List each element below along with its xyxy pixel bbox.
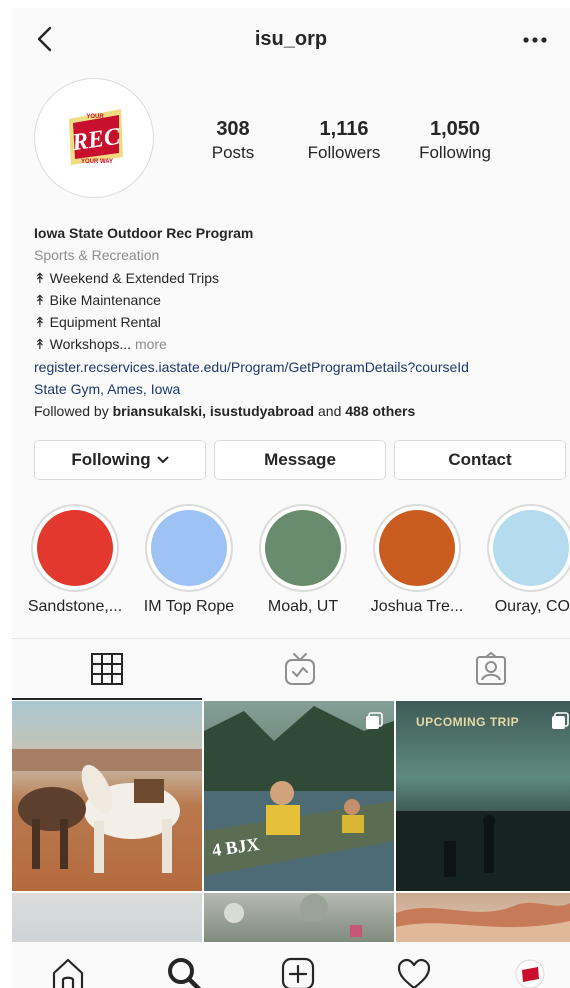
highlight-moab[interactable] <box>259 504 347 592</box>
highlight-label: Joshua Tre... <box>370 598 464 615</box>
tabs-divider <box>12 638 570 639</box>
highlight-label: Moab, UT <box>267 598 339 615</box>
post-tile-canyon[interactable] <box>396 893 570 943</box>
followed-by[interactable]: Followed by briansukalski, isustudyabroa… <box>34 400 559 422</box>
following-button[interactable]: Following <box>34 440 206 480</box>
active-tab-indicator <box>12 698 202 700</box>
highlight-im-top-rope[interactable] <box>145 504 233 592</box>
tagged-icon[interactable] <box>474 652 508 686</box>
contact-button-label: Contact <box>448 450 512 469</box>
post-caption-overlay: UPCOMING TRIP <box>416 715 520 729</box>
bio-website-link[interactable]: register.recservices.iastate.edu/Program… <box>34 356 559 378</box>
igtv-icon[interactable] <box>283 652 317 686</box>
post-tile-snow[interactable] <box>12 893 202 943</box>
bio-more-link[interactable]: more <box>131 336 167 352</box>
highlight-ouray[interactable] <box>487 504 570 592</box>
search-icon[interactable] <box>166 956 202 988</box>
bottom-navigation <box>12 942 570 988</box>
multiple-photos-icon <box>366 712 383 729</box>
top-bar: isu_orp <box>12 8 570 72</box>
following-label: Following <box>419 143 491 162</box>
highlight-cover <box>379 510 455 586</box>
profile-username: isu_orp <box>254 28 328 50</box>
highlight-sandstone[interactable] <box>31 504 119 592</box>
posts-count[interactable]: 308 Posts <box>173 118 293 163</box>
home-icon[interactable] <box>50 956 86 988</box>
bio-location-link[interactable]: State Gym, Ames, Iowa <box>34 378 559 400</box>
followers-number: 1,116 <box>319 118 369 140</box>
post-image <box>396 902 570 943</box>
bio-line: ↟ Workshops... <box>34 336 132 353</box>
message-button[interactable]: Message <box>214 440 386 480</box>
more-options-icon[interactable] <box>522 36 548 44</box>
post-tile-mules[interactable] <box>12 701 202 891</box>
bio-line: ↟ Weekend & Extended Trips <box>34 269 220 286</box>
post-image <box>396 811 570 891</box>
svg-text:YOUR WAY: YOUR WAY <box>81 159 113 165</box>
highlight-joshua-tree[interactable] <box>373 504 461 592</box>
avatar[interactable]: YOUR REC YOUR WAY <box>34 78 154 198</box>
highlight-label: Ouray, CO <box>494 598 570 615</box>
svg-text:YOUR: YOUR <box>86 114 104 120</box>
chevron-down-icon <box>157 456 169 463</box>
profile-bio: Iowa State Outdoor Rec Program Sports & … <box>34 222 559 423</box>
profile-display-name: Iowa State Outdoor Rec Program <box>34 225 254 241</box>
posts-label: Posts <box>211 143 255 162</box>
heart-icon[interactable] <box>396 956 432 988</box>
highlight-cover <box>265 510 341 586</box>
bio-line-truncated: ↟ Workshops... more <box>34 333 559 355</box>
profile-screen: isu_orp YOUR REC YOUR WAY 308 Posts 1,11… <box>12 8 570 988</box>
post-tile-canoe[interactable]: 4 BJX <box>204 701 394 891</box>
following-number: 1,050 <box>429 118 481 140</box>
multiple-photos-icon <box>552 712 569 729</box>
highlight-label: Sandstone,... <box>27 598 123 615</box>
grid-icon[interactable] <box>90 652 124 686</box>
posts-number: 308 <box>216 118 250 140</box>
rec-logo-icon: YOUR REC YOUR WAY <box>69 109 123 165</box>
profile-category: Sports & Recreation <box>34 247 160 264</box>
contact-button[interactable]: Contact <box>394 440 566 480</box>
bio-line: ↟ Equipment Rental <box>34 314 161 331</box>
post-tile-upcoming-trip[interactable]: UPCOMING TRIP <box>396 701 570 891</box>
post-tile-rocks[interactable] <box>204 893 394 943</box>
followers-count[interactable]: 1,116 Followers <box>284 118 404 163</box>
new-post-icon[interactable] <box>280 956 316 988</box>
followed-by-prefix: Followed by <box>34 403 113 420</box>
highlight-cover <box>37 510 113 586</box>
profile-avatar-icon[interactable] <box>512 956 548 988</box>
bio-line: ↟ Bike Maintenance <box>34 291 161 308</box>
followed-by-and: and <box>314 403 346 420</box>
post-image <box>224 894 362 937</box>
followers-label: Followers <box>307 143 381 162</box>
message-button-label: Message <box>264 450 336 469</box>
following-count[interactable]: 1,050 Following <box>395 118 515 163</box>
following-button-label: Following <box>71 450 151 469</box>
highlight-cover <box>493 510 569 586</box>
post-image <box>12 749 202 873</box>
highlight-cover <box>151 510 227 586</box>
highlight-label: IM Top Rope <box>143 598 235 615</box>
followed-by-users: briansukalski, isustudyabroad <box>112 403 315 420</box>
followed-by-others: 488 others <box>345 403 416 420</box>
